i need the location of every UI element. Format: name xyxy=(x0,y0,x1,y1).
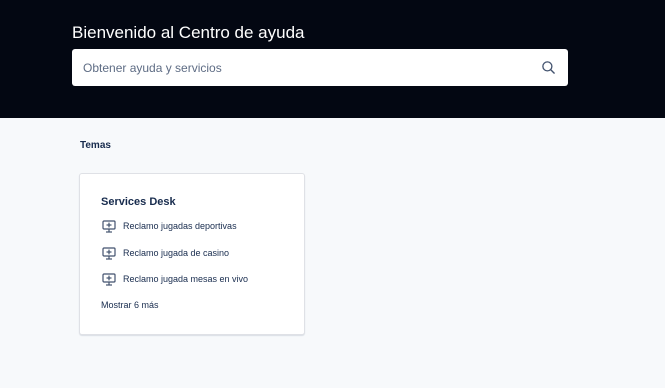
desktop-plus-icon xyxy=(102,220,116,233)
show-more-link[interactable]: Mostrar 6 más xyxy=(101,299,159,311)
request-type-item[interactable]: Reclamo jugada de casino xyxy=(102,246,248,260)
page-title: Bienvenido al Centro de ayuda xyxy=(72,23,305,42)
request-type-item[interactable]: Reclamo jugadas deportivas xyxy=(102,220,248,233)
request-type-list: Reclamo jugadas deportivas Reclamo jugad… xyxy=(102,220,248,300)
service-desk-card: Services Desk Reclamo jugadas deportivas… xyxy=(79,173,305,335)
search-input[interactable] xyxy=(72,49,522,86)
request-type-label: Reclamo jugadas deportivas xyxy=(123,221,237,231)
desktop-plus-icon xyxy=(102,246,116,260)
request-type-label: Reclamo jugada mesas en vivo xyxy=(123,274,249,284)
desktop-plus-icon xyxy=(102,273,116,286)
help-center-header: Bienvenido al Centro de ayuda xyxy=(0,0,665,118)
request-type-label: Reclamo jugada de casino xyxy=(123,247,230,258)
topics-heading: Temas xyxy=(80,140,111,151)
search-icon[interactable] xyxy=(541,60,556,75)
search-box[interactable] xyxy=(72,49,568,86)
card-title[interactable]: Services Desk xyxy=(101,195,176,209)
request-type-item[interactable]: Reclamo jugada mesas en vivo xyxy=(102,273,248,286)
